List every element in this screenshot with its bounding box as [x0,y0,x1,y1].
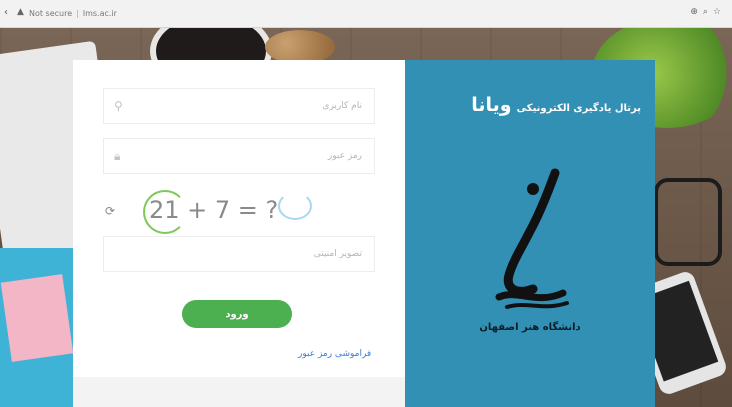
cookies-image [265,30,335,64]
password-field[interactable]: 🔒︎ [103,138,375,174]
login-form: ⚲ 🔒︎ ⟳ 21 + 7 = ? ورود فراموشی رمز عبور [73,60,405,407]
glasses-image [654,178,722,266]
login-card: ⚲ 🔒︎ ⟳ 21 + 7 = ? ورود فراموشی رمز عبور … [73,60,655,407]
form-footer [73,377,405,407]
refresh-captcha-icon[interactable]: ⟳ [105,204,115,218]
url-field[interactable]: Not secure | lms.ac.ir [29,9,117,18]
captcha-field[interactable] [103,236,375,272]
browser-tools: ⊕⌕☆ [690,7,726,17]
captcha-image: 21 + 7 = ? [143,190,333,234]
url-text: lms.ac.ir [82,9,117,18]
warning-icon[interactable]: ▲ [17,7,24,17]
portal-name: ویانا [471,94,512,116]
password-input[interactable] [104,139,374,173]
star-icon[interactable]: ☆ [713,7,726,17]
login-button[interactable]: ورود [182,300,292,328]
sticky-note-image [0,274,74,362]
forgot-password-link[interactable]: فراموشی رمز عبور [298,349,371,359]
portal-title: پرتال یادگیری الکترونیکی ویانا [467,94,641,116]
portal-subtitle: پرتال یادگیری الکترونیکی [516,103,641,114]
captcha-question: 21 + 7 = ? [149,196,279,224]
search-icon[interactable]: ⌕ [703,7,713,17]
back-icon[interactable]: ‹ [4,7,8,18]
zoom-icon[interactable]: ⊕ [690,7,703,17]
captcha-row: ⟳ 21 + 7 = ? [103,188,375,234]
brand-panel: پرتال یادگیری الکترونیکی ویانا دانشگاه ه… [405,60,655,407]
university-logo-icon [495,168,569,309]
username-input[interactable] [104,89,374,123]
username-field[interactable]: ⚲ [103,88,375,124]
university-name: دانشگاه هنر اصفهان [479,322,581,333]
captcha-noise [278,192,312,220]
captcha-input[interactable] [104,237,374,271]
security-label: Not secure [29,9,73,18]
browser-address-bar: ‹ ▲ Not secure | lms.ac.ir ⊕⌕☆ [0,0,732,28]
